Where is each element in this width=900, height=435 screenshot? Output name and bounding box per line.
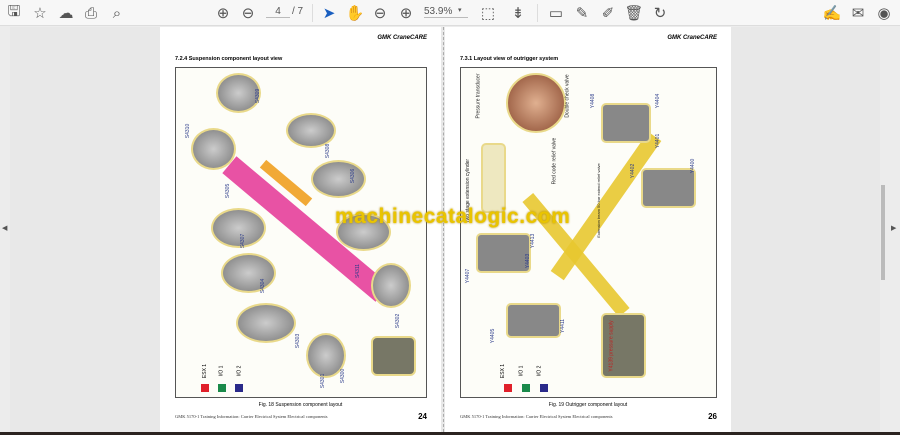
page-fit-icon[interactable]: ⬚ xyxy=(478,3,498,23)
rotate-icon[interactable]: ↻ xyxy=(650,3,670,23)
section-title: 7.3.1 Layout view of outrigger system xyxy=(460,56,559,62)
page-divider xyxy=(443,27,444,432)
component-label: S4307 xyxy=(240,233,247,249)
figure-caption: Fig. 18 Suspension component layout xyxy=(258,402,343,408)
component-label: S4302 xyxy=(395,313,402,329)
legend-label: I/O 2 xyxy=(236,365,243,377)
print-icon[interactable]: ⎙ xyxy=(81,3,101,23)
callout-label: Pressure transducer xyxy=(475,73,482,119)
upload-cloud-icon[interactable]: ☁ xyxy=(56,3,76,23)
component-label: Y4408 xyxy=(590,93,597,109)
sign-icon[interactable]: ✍ xyxy=(822,3,842,23)
chevron-down-icon[interactable]: ▾ xyxy=(458,6,462,14)
page-24: GMK CraneCARE 7.2.4 Suspension component… xyxy=(160,27,441,432)
search-icon[interactable]: ⌕ xyxy=(107,3,127,23)
component-label: Y4413 xyxy=(530,233,537,249)
watermark: machinecatalogic.com xyxy=(335,205,571,228)
callout-label: Red code relief valve xyxy=(551,137,558,185)
zoom-out-icon[interactable]: ⊖ xyxy=(370,3,390,23)
save-icon[interactable]: 🖫 xyxy=(4,3,24,23)
draw-icon[interactable]: ✐ xyxy=(598,3,618,23)
component-label: S4303 xyxy=(295,333,302,349)
callout-label: Double check valve xyxy=(564,74,571,118)
figure-caption: Fig. 19 Outrigger component layout xyxy=(548,402,628,408)
component-label: Y4405 xyxy=(490,328,497,344)
outrigger-diagram: Pressure transducer Double check valve T… xyxy=(460,67,717,398)
page-header: GMK CraneCARE xyxy=(667,35,717,41)
legend-label: ESX 1 xyxy=(500,363,507,379)
comment-icon[interactable]: ▭ xyxy=(546,3,566,23)
toolbar: 🖫 ☆ ☁ ⎙ ⌕ ⊕ ⊖ 4 / 7 ➤ ✋ ⊖ ⊕ 53.9% ▾ ⬚ ⇟ … xyxy=(0,0,900,26)
previous-page-icon[interactable]: ⊕ xyxy=(213,3,233,23)
component-label: Y4407 xyxy=(465,268,472,284)
page-number: 26 xyxy=(708,412,717,421)
legend-swatch xyxy=(235,384,243,392)
right-panel-toggle-icon[interactable]: ▶ xyxy=(891,224,896,232)
component-label: S4308 xyxy=(325,143,332,159)
component-label: Y4401 xyxy=(655,133,662,149)
component-label: S4311 xyxy=(355,263,362,279)
legend-swatch xyxy=(504,384,512,392)
zoom-in-icon[interactable]: ⊕ xyxy=(396,3,416,23)
page-number-input[interactable]: 4 xyxy=(266,6,290,18)
next-page-icon[interactable]: ⊖ xyxy=(238,3,258,23)
component-label: Y4404 xyxy=(655,93,662,109)
total-pages: / 7 xyxy=(292,6,304,17)
callout-label: Y4139 pressure supply xyxy=(608,320,615,372)
legend-swatch xyxy=(218,384,226,392)
select-cursor-icon[interactable]: ➤ xyxy=(319,3,339,23)
trash-icon[interactable]: 🗑 xyxy=(624,3,644,23)
vertical-scrollbar[interactable] xyxy=(881,185,885,280)
scroll-mode-icon[interactable]: ⇟ xyxy=(508,3,528,23)
component-label: S4305 xyxy=(225,183,232,199)
email-icon[interactable]: ✉ xyxy=(848,3,868,23)
section-title: 7.2.4 Suspension component layout view xyxy=(175,56,283,62)
highlight-pen-icon[interactable]: ✎ xyxy=(572,3,592,23)
left-panel-toggle-icon[interactable]: ◀ xyxy=(2,224,7,232)
component-label: S4300 xyxy=(340,368,347,384)
legend-label: I/O 1 xyxy=(218,365,225,377)
legend-label: ESX 1 xyxy=(202,363,209,379)
component-label: Y4403 xyxy=(525,253,532,269)
legend-swatch xyxy=(540,384,548,392)
account-icon[interactable]: ◉ xyxy=(874,3,894,23)
page-footer: GMK 5170-1 Training Information: Carrier… xyxy=(460,414,613,419)
bookmark-star-icon[interactable]: ☆ xyxy=(30,3,50,23)
legend-swatch xyxy=(522,384,530,392)
component-label: S4304 xyxy=(260,278,267,294)
callout-label: Extension beam 50 bar extend relief valv… xyxy=(595,163,601,238)
suspension-diagram: S4309 S4310 S4308 S4305 S4306 S4307 S431… xyxy=(175,67,427,398)
page-footer: GMK 5170-1 Training Information: Carrier… xyxy=(175,414,328,419)
component-label: Y4411 xyxy=(560,318,567,334)
hand-tool-icon[interactable]: ✋ xyxy=(345,3,365,23)
page-26: GMK CraneCARE 7.3.1 Layout view of outri… xyxy=(445,27,731,432)
component-label: S4309 xyxy=(255,88,262,104)
page-number: 24 xyxy=(418,412,427,421)
legend-swatch xyxy=(201,384,209,392)
component-label: S4310 xyxy=(185,123,192,139)
page-header: GMK CraneCARE xyxy=(377,35,427,41)
component-label: S4306 xyxy=(350,168,357,184)
legend-label: I/O 1 xyxy=(518,365,525,377)
component-label: S4301 xyxy=(320,373,327,389)
component-label: Y4400 xyxy=(690,158,697,174)
legend-label: I/O 2 xyxy=(536,365,543,377)
component-label: Y4402 xyxy=(630,163,637,179)
